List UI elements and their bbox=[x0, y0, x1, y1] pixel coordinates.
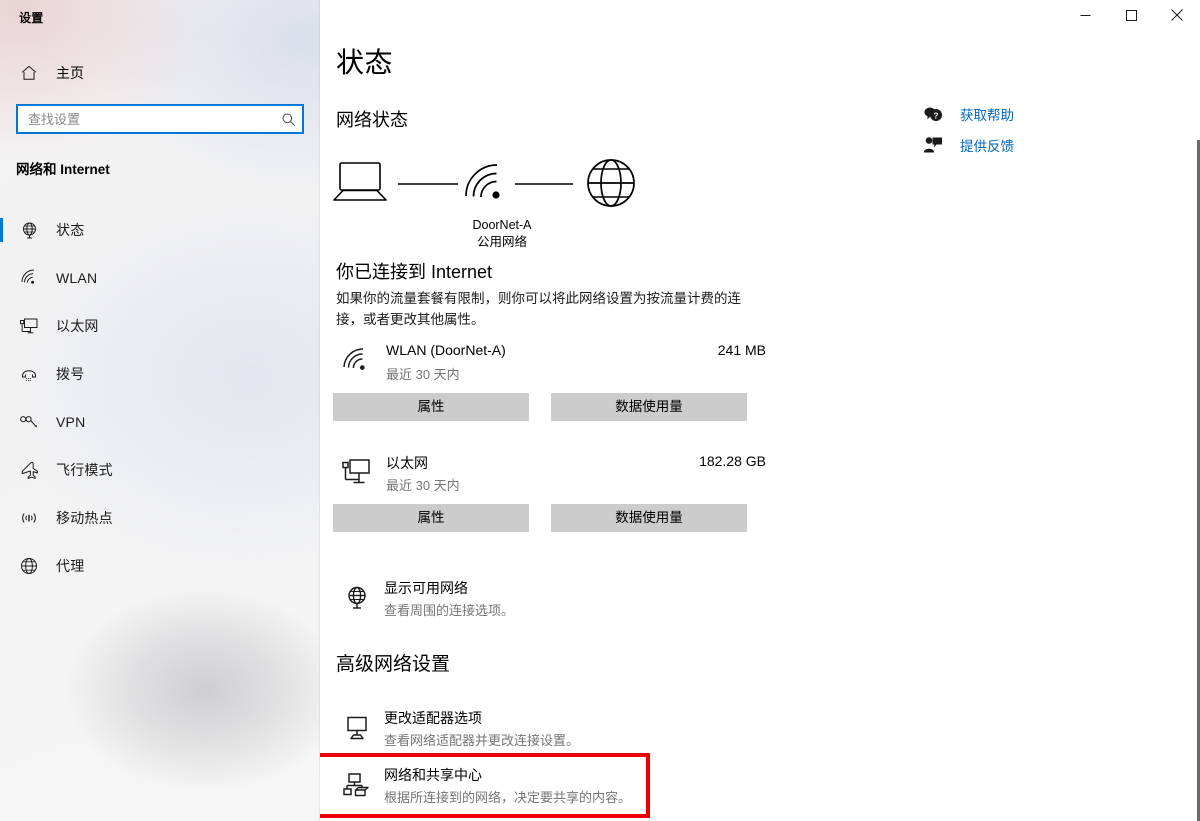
sidebar-item-dialup[interactable]: 拨号 bbox=[0, 350, 320, 398]
connected-description: 如果你的流量套餐有限制，则你可以将此网络设置为按流量计费的连接，或者更改其他属性… bbox=[336, 291, 741, 327]
usage-row-wlan: WLAN (DoorNet-A) 最近 30 天内 241 MB bbox=[336, 340, 766, 386]
usage-period: 最近 30 天内 bbox=[386, 367, 460, 382]
wifi-icon bbox=[340, 344, 374, 378]
usage-name: WLAN (DoorNet-A) bbox=[386, 342, 506, 358]
home-icon bbox=[18, 63, 40, 83]
ethernet-icon bbox=[16, 314, 42, 338]
ethernet-properties-button[interactable]: 属性 bbox=[333, 504, 529, 532]
connected-title: 你已连接到 Internet bbox=[336, 262, 493, 282]
sidebar-item-vpn[interactable]: VPN bbox=[0, 398, 320, 446]
network-diagram: DoorNet-A 公用网络 bbox=[330, 155, 650, 249]
help-question-icon: ? bbox=[920, 103, 946, 125]
network-type: 公用网络 bbox=[476, 235, 527, 249]
give-feedback-link[interactable]: 提供反馈 bbox=[920, 129, 1170, 160]
search-input[interactable] bbox=[18, 107, 274, 131]
sidebar-category-label: 网络和 Internet bbox=[16, 162, 110, 177]
minimize-button[interactable] bbox=[1062, 0, 1108, 30]
maximize-button[interactable] bbox=[1108, 0, 1154, 30]
status-globe-icon bbox=[16, 218, 42, 242]
sidebar-item-status[interactable]: 状态 bbox=[0, 206, 320, 254]
network-sharing-center-link[interactable]: 网络和共享中心 根据所连接到的网络，决定要共享的内容。 bbox=[336, 765, 766, 809]
show-available-networks-title: 显示可用网络 bbox=[384, 580, 468, 596]
usage-name: 以太网 bbox=[386, 455, 428, 471]
ethernet-icon bbox=[340, 455, 374, 489]
sidebar-item-proxy-label: 代理 bbox=[56, 558, 85, 574]
help-panel: ? 获取帮助 提供反馈 bbox=[920, 98, 1170, 160]
sidebar-item-proxy[interactable]: 代理 bbox=[0, 542, 320, 590]
sidebar-item-home[interactable]: 主页 bbox=[6, 59, 306, 87]
main-content: 状态 网络状态 DoorNet-A 公用网络 你已连接到 Internet 如果… bbox=[320, 0, 1200, 821]
sidebar-item-airplane-mode-label: 飞行模式 bbox=[56, 462, 113, 478]
app-title: 设置 bbox=[19, 11, 44, 25]
usage-period: 最近 30 天内 bbox=[386, 478, 460, 493]
search-icon[interactable] bbox=[274, 106, 302, 132]
selection-accent-bar bbox=[0, 554, 3, 578]
sharing-center-icon bbox=[342, 770, 372, 800]
usage-value: 182.28 GB bbox=[699, 453, 766, 469]
network-sharing-center-title: 网络和共享中心 bbox=[384, 767, 482, 783]
available-networks-icon bbox=[342, 583, 372, 613]
globe-icon bbox=[587, 159, 635, 207]
vpn-icon bbox=[16, 410, 42, 434]
show-available-networks-desc: 查看周围的连接选项。 bbox=[384, 603, 515, 618]
sidebar-item-mobile-hotspot[interactable]: 移动热点 bbox=[0, 494, 320, 542]
selection-accent-bar bbox=[0, 506, 3, 530]
sidebar-item-wlan-label: WLAN bbox=[56, 270, 98, 286]
window-controls bbox=[320, 0, 1200, 32]
sidebar-item-status-label: 状态 bbox=[56, 222, 85, 238]
settings-window: 设置 主页 网络和 Internet bbox=[0, 0, 1200, 821]
sidebar-item-ethernet-label: 以太网 bbox=[56, 318, 99, 334]
sidebar-nav: 状态 WLAN 以太网 拨号 VPN 飞行模式 移动热点 代理 bbox=[0, 206, 320, 590]
sidebar-item-wlan[interactable]: WLAN bbox=[0, 254, 320, 302]
get-help-label: 获取帮助 bbox=[960, 107, 1014, 123]
network-name: DoorNet-A bbox=[472, 218, 532, 232]
wlan-properties-button[interactable]: 属性 bbox=[333, 393, 529, 421]
page-title: 状态 bbox=[336, 47, 394, 78]
sidebar-item-mobile-hotspot-label: 移动热点 bbox=[56, 510, 113, 526]
give-feedback-label: 提供反馈 bbox=[960, 138, 1014, 154]
adapter-options-icon bbox=[342, 713, 372, 743]
show-available-networks-link[interactable]: 显示可用网络 查看周围的连接选项。 bbox=[336, 578, 766, 622]
network-caption: DoorNet-A 公用网络 bbox=[422, 217, 582, 251]
advanced-settings-heading: 高级网络设置 bbox=[336, 654, 451, 675]
sidebar-item-ethernet[interactable]: 以太网 bbox=[0, 302, 320, 350]
selection-accent-bar bbox=[0, 410, 3, 434]
search-box[interactable] bbox=[16, 104, 304, 134]
wlan-data-usage-button[interactable]: 数据使用量 bbox=[551, 393, 747, 421]
sidebar-item-home-label: 主页 bbox=[56, 65, 84, 81]
change-adapter-options-desc: 查看网络适配器并更改连接设置。 bbox=[384, 733, 580, 748]
selection-accent-bar bbox=[0, 362, 3, 386]
selection-accent-bar bbox=[0, 266, 3, 290]
wifi-connected-icon bbox=[465, 164, 500, 199]
wifi-icon bbox=[16, 266, 42, 290]
change-adapter-options-title: 更改适配器选项 bbox=[384, 710, 482, 726]
network-status-heading: 网络状态 bbox=[336, 110, 408, 130]
sidebar-item-dialup-label: 拨号 bbox=[56, 366, 85, 382]
get-help-link[interactable]: ? 获取帮助 bbox=[920, 98, 1170, 129]
selection-accent-bar bbox=[0, 458, 3, 482]
ethernet-data-usage-button[interactable]: 数据使用量 bbox=[551, 504, 747, 532]
close-button[interactable] bbox=[1154, 0, 1200, 30]
network-sharing-center-desc: 根据所连接到的网络，决定要共享的内容。 bbox=[384, 790, 632, 805]
laptop-icon bbox=[333, 162, 387, 201]
selection-accent-bar bbox=[0, 314, 3, 338]
sidebar-item-airplane-mode[interactable]: 飞行模式 bbox=[0, 446, 320, 494]
scrollbar-track[interactable] bbox=[1196, 32, 1200, 821]
usage-row-ethernet: 以太网 最近 30 天内 182.28 GB bbox=[336, 451, 766, 497]
usage-value: 241 MB bbox=[717, 342, 766, 358]
change-adapter-options-link[interactable]: 更改适配器选项 查看网络适配器并更改连接设置。 bbox=[336, 708, 766, 752]
dialup-icon bbox=[16, 362, 42, 386]
proxy-globe-icon bbox=[16, 554, 42, 578]
svg-text:?: ? bbox=[934, 111, 939, 120]
airplane-icon bbox=[16, 458, 42, 482]
sidebar: 设置 主页 网络和 Internet bbox=[0, 0, 320, 821]
sidebar-item-vpn-label: VPN bbox=[56, 414, 86, 430]
hotspot-icon bbox=[16, 506, 42, 530]
feedback-person-icon bbox=[920, 134, 946, 156]
selection-accent-bar bbox=[0, 218, 3, 242]
